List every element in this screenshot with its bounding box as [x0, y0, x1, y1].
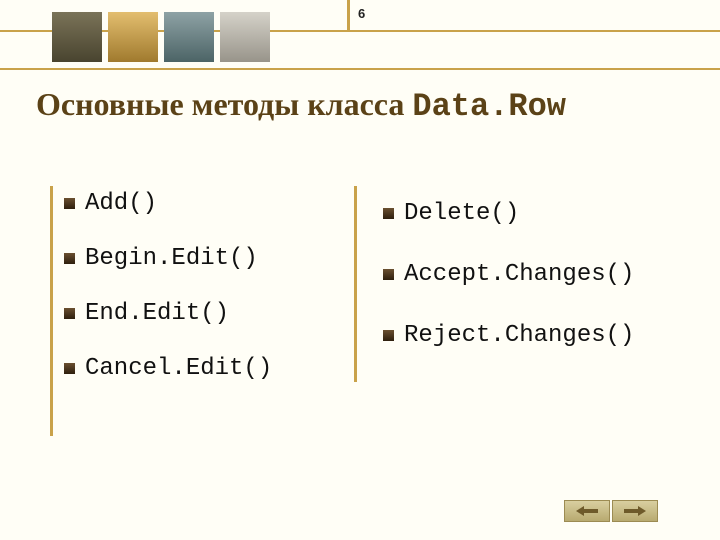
list-item: Reject.Changes() — [383, 322, 634, 349]
square-bullet-icon — [383, 269, 394, 280]
header-divider-vertical — [347, 0, 350, 30]
list-item: End.Edit() — [64, 300, 354, 327]
list-item: Cancel.Edit() — [64, 355, 354, 382]
method-name: Reject.Changes() — [404, 322, 634, 349]
title-code: Data.Row — [412, 88, 566, 125]
square-bullet-icon — [64, 253, 75, 264]
list-item: Accept.Changes() — [383, 261, 634, 288]
arrow-left-icon — [576, 506, 598, 516]
square-bullet-icon — [64, 363, 75, 374]
decorative-squares — [52, 12, 270, 62]
page-number: 6 — [358, 6, 365, 21]
deco-square — [52, 12, 102, 62]
slide-title: Основные методы класса Data.Row — [36, 86, 566, 125]
prev-button[interactable] — [564, 500, 610, 522]
method-name: Delete() — [404, 200, 519, 227]
list-item: Add() — [64, 190, 354, 217]
method-name: Add() — [85, 190, 157, 217]
left-column-rule — [50, 186, 53, 436]
title-text: Основные методы класса — [36, 86, 412, 122]
square-bullet-icon — [64, 198, 75, 209]
content-area: Add() Begin.Edit() End.Edit() Cancel.Edi… — [64, 186, 680, 382]
square-bullet-icon — [383, 208, 394, 219]
arrow-right-icon — [624, 506, 646, 516]
list-item: Delete() — [383, 200, 634, 227]
next-button[interactable] — [612, 500, 658, 522]
title-rule — [0, 68, 720, 70]
list-item: Begin.Edit() — [64, 245, 354, 272]
square-bullet-icon — [64, 308, 75, 319]
square-bullet-icon — [383, 330, 394, 341]
methods-column-left: Add() Begin.Edit() End.Edit() Cancel.Edi… — [64, 186, 354, 382]
deco-square — [108, 12, 158, 62]
method-name: Begin.Edit() — [85, 245, 258, 272]
deco-square — [220, 12, 270, 62]
method-name: Accept.Changes() — [404, 261, 634, 288]
deco-square — [164, 12, 214, 62]
methods-column-right: Delete() Accept.Changes() Reject.Changes… — [354, 186, 634, 382]
nav-arrows — [564, 500, 658, 522]
method-name: End.Edit() — [85, 300, 229, 327]
method-name: Cancel.Edit() — [85, 355, 272, 382]
